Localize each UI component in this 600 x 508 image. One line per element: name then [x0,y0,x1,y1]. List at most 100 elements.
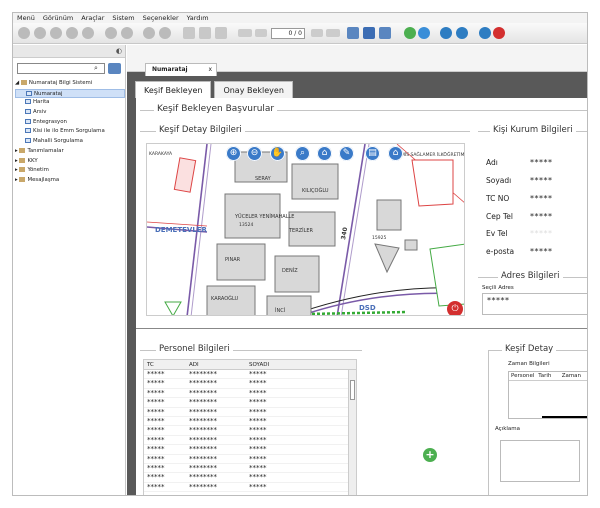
prev-page-icon[interactable] [255,29,267,37]
magnify-icon[interactable]: ⌕ [295,146,310,161]
tree-item-yonetim[interactable]: ▸ Yönetim [15,166,125,176]
map-label-terziler: TERZİLER [288,227,314,234]
mail-icon[interactable] [418,27,430,39]
cancel-icon[interactable] [121,27,133,39]
table-row[interactable]: ***** ******** ***** [144,370,356,380]
page-icon [26,90,32,96]
filter-icon[interactable] [159,27,171,39]
pin-icon[interactable]: ◐ [116,47,122,55]
menu-item-options[interactable]: Seçenekler [143,14,179,22]
menu-item-system[interactable]: Sistem [112,14,134,22]
maximize-icon[interactable] [363,27,375,39]
personel-table: TC ADI SOYADI ***** ******** ***** ***** **… [143,359,357,495]
next-page-icon[interactable] [311,29,323,37]
measure-icon[interactable]: ✎ [339,146,354,161]
tree-item-tanimlamalar[interactable]: ▸ Tanımlamalar [15,147,125,157]
table-row[interactable]: ***** ******** ***** [144,426,356,436]
aciklama-textarea[interactable] [500,440,580,482]
tree-item-numarataj-bilgi-sistemi[interactable]: ◢ Numarataj Bilgi Sistemi [15,79,125,89]
add-personel-button[interactable]: + [423,448,437,462]
label-ev-tel: Ev Tel [486,229,508,238]
tree-item-mahalli-sorgulama[interactable]: Mahalli Sorgulama [15,137,125,147]
menu-item-menu[interactable]: Menü [17,14,35,22]
tab-onay-bekleyen[interactable]: Onay Bekleyen [214,81,293,98]
add-icon[interactable] [50,27,62,39]
page-input[interactable]: 0 / 0 [271,28,305,39]
forward-icon[interactable] [82,27,94,39]
map-label-karaoglu: KARAOĞLU [211,295,239,302]
sidebar: ◐ ⌕ ◢ Numarataj Bilgi Sistemi Numarataj … [13,45,126,495]
refresh-icon[interactable] [404,27,416,39]
window-icon[interactable] [347,27,359,39]
house-icon[interactable]: ⌂ [388,146,403,161]
value-e-posta: ***** [530,247,553,256]
table-row[interactable]: ***** ******** ***** [144,483,356,493]
zoom-out-icon[interactable]: ⊖ [247,146,262,161]
collapsed-icon[interactable]: ▸ [15,177,18,183]
search-icon[interactable] [143,27,155,39]
app-window: Menü Görünüm Araçlar Sistem Seçenekler Y… [12,12,588,496]
tree-item-harita[interactable]: Harita [15,98,125,108]
menu-item-view[interactable]: Görünüm [43,14,73,22]
table-row[interactable]: ***** ******** ***** [144,473,356,483]
map-view[interactable]: SERAY KILIÇOĞLU YÜCELER YENİMAHALLE TERZ… [146,143,465,316]
up-icon[interactable] [66,27,78,39]
collapsed-icon[interactable]: ▸ [15,148,18,154]
value-soyadi: ***** [530,176,553,185]
page-icon [25,138,31,144]
menu-item-tools[interactable]: Araçlar [81,14,104,22]
power-icon[interactable] [493,27,505,39]
remove-icon[interactable] [34,27,46,39]
table-row[interactable]: ***** ******** ***** [144,417,356,427]
inner-tab-bar: Keşif Bekleyen Onay Bekleyen [135,81,293,98]
tree-item-mesajlasma[interactable]: ▸ Mesajlaşma [15,176,125,186]
collapsed-icon[interactable]: ▸ [15,158,18,164]
table-row[interactable]: ***** ******** ***** [144,398,356,408]
table-row[interactable]: ***** ******** ***** [144,389,356,399]
tab-numarataj[interactable]: Numarataj x [145,63,217,76]
tree-item-kisi-sorgulama[interactable]: Kisi ile ilo Emm Sorgulama [15,127,125,137]
page-icon [25,128,31,134]
users-icon[interactable] [456,27,468,39]
last-page-icon[interactable] [326,29,340,37]
expand-icon[interactable]: ◢ [15,80,19,86]
check-icon[interactable] [105,27,117,39]
selected-address-field[interactable]: ***** [482,293,587,315]
back-icon[interactable] [18,27,30,39]
table-row[interactable]: ***** ******** ***** [144,379,356,389]
menu-item-help[interactable]: Yardım [187,14,209,22]
document-icon[interactable] [183,27,195,39]
pan-hand-icon[interactable]: ✋ [270,146,285,161]
table-row[interactable]: ***** ******** ***** [144,464,356,474]
zoom-in-icon[interactable]: ⊕ [226,146,241,161]
folder-icon [20,80,27,85]
tree-item-entegrasyon[interactable]: Entegrasyon [15,118,125,128]
tab-kesif-bekleyen[interactable]: Keşif Bekleyen [135,81,212,98]
close-icon[interactable]: x [208,64,212,76]
table-row[interactable]: ***** ******** ***** [144,408,356,417]
first-page-icon[interactable] [238,29,252,37]
map-label-deniz: DENİZ [282,267,298,274]
group-icon[interactable] [440,27,452,39]
print-icon[interactable] [215,27,227,39]
map-label-yuceler: YÜCELER YENİMAHALLE [234,213,294,220]
save-icon[interactable] [199,27,211,39]
power-icon[interactable]: ⏻ [447,301,463,315]
table-scrollbar[interactable] [348,370,356,495]
building-icon[interactable]: ▤ [365,146,380,161]
table-row[interactable]: ***** ******** ***** [144,455,356,464]
map-label-kilicoglu: KILIÇOĞLU [302,187,329,194]
section-title-basvurular: Keşif Bekleyen Başvurular [154,104,278,114]
search-icon[interactable]: ⌕ [91,64,101,73]
table-row[interactable]: ***** ******** ***** [144,436,356,446]
scrollbar-thumb[interactable] [350,380,355,400]
collapsed-icon[interactable]: ▸ [15,167,18,173]
tree-item-arsiv[interactable]: Arsiv [15,108,125,118]
tree-item-numarataj[interactable]: Numarataj [15,88,125,99]
undo-icon[interactable] [479,27,491,39]
tree-item-kky[interactable]: ▸ KKY [15,157,125,167]
chart-icon[interactable] [379,27,391,39]
filter-icon[interactable] [108,63,121,74]
home-icon[interactable]: ⌂ [317,146,332,161]
table-row[interactable]: ***** ******** ***** [144,445,356,455]
